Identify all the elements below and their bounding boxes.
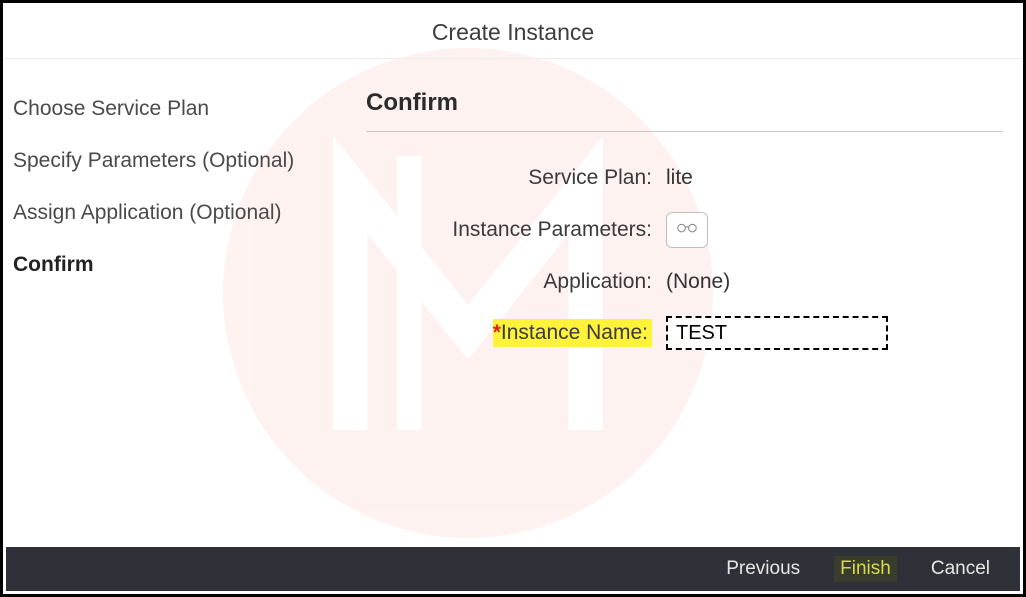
instance-name-input[interactable] [666, 316, 888, 350]
application-label: Application: [366, 270, 666, 294]
view-parameters-button[interactable] [666, 212, 708, 248]
dialog-title: Create Instance [3, 3, 1023, 59]
application-value: (None) [666, 270, 730, 294]
service-plan-label: Service Plan: [366, 166, 666, 190]
glasses-icon [674, 217, 700, 243]
dialog-footer: Previous Finish Cancel [6, 547, 1020, 591]
step-choose-service-plan[interactable]: Choose Service Plan [9, 83, 348, 135]
step-confirm[interactable]: Confirm [9, 239, 348, 291]
finish-button[interactable]: Finish [834, 556, 897, 582]
previous-button[interactable]: Previous [720, 556, 806, 582]
wizard-steps: Choose Service Plan Specify Parameters (… [3, 59, 348, 550]
cancel-button[interactable]: Cancel [925, 556, 996, 582]
required-mark: * [493, 321, 501, 344]
panel-title: Confirm [366, 89, 1003, 132]
instance-parameters-label: Instance Parameters: [366, 218, 666, 242]
confirm-panel: Confirm Service Plan: lite Instance Para… [348, 59, 1023, 550]
step-specify-parameters[interactable]: Specify Parameters (Optional) [9, 135, 348, 187]
step-assign-application[interactable]: Assign Application (Optional) [9, 187, 348, 239]
instance-name-label: *Instance Name: [366, 319, 666, 347]
service-plan-value: lite [666, 166, 693, 190]
